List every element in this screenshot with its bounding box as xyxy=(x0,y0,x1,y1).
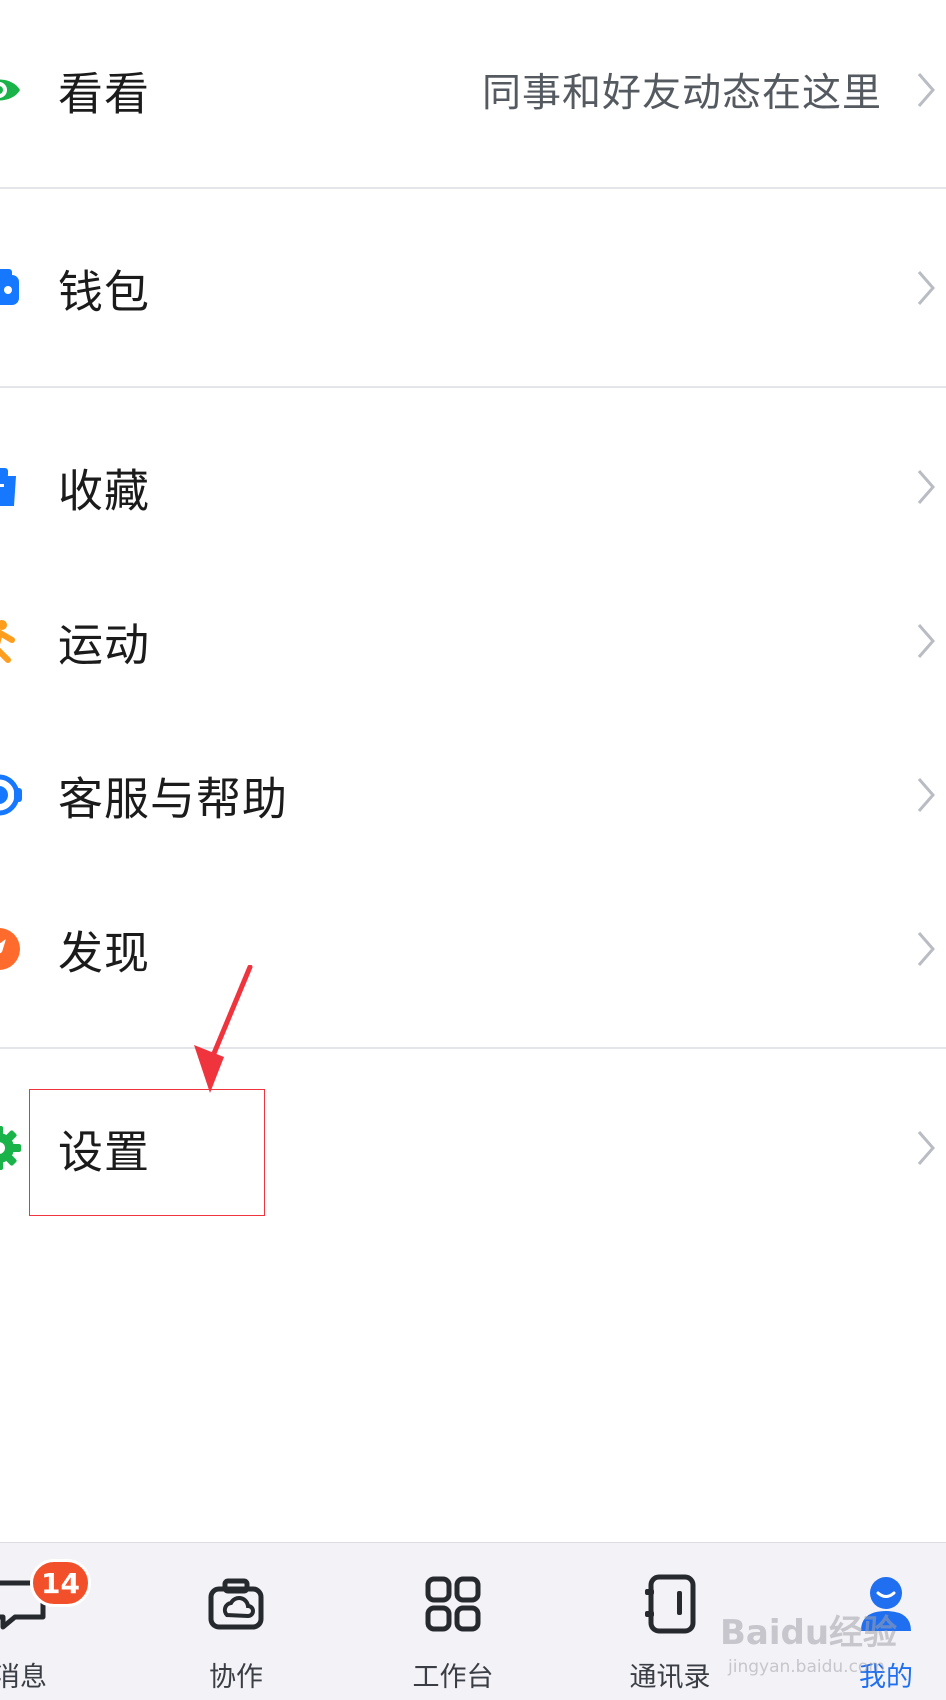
menu-item-settings[interactable]: 设置 xyxy=(0,1073,946,1223)
menu-item-label: 客服与帮助 xyxy=(58,772,289,826)
menu-item-discover[interactable]: 发现 xyxy=(0,874,946,1024)
headset-icon xyxy=(0,774,22,816)
chevron-right-icon xyxy=(917,271,935,305)
tab-contacts[interactable]: 通讯录 xyxy=(600,1543,740,1700)
wallet-icon xyxy=(0,269,19,305)
chevron-right-icon xyxy=(917,624,935,658)
tab-workbench[interactable]: 工作台 xyxy=(383,1543,523,1700)
tab-label: 通讯录 xyxy=(629,1662,711,1693)
compass-icon xyxy=(0,928,20,970)
favorites-icon xyxy=(0,468,16,506)
tab-me[interactable]: 我的 xyxy=(816,1543,946,1700)
chevron-right-icon xyxy=(917,1131,935,1165)
gear-icon xyxy=(0,1126,21,1170)
chevron-right-icon xyxy=(917,778,935,812)
menu-item-wallet[interactable]: 钱包 xyxy=(0,213,946,363)
me-page: 看看 同事和好友动态在这里 钱包 收藏 运动 客服与帮助 发现 设置 14 消息… xyxy=(0,0,946,1700)
grid-icon xyxy=(425,1576,481,1632)
menu-item-label: 收藏 xyxy=(58,464,151,518)
divider xyxy=(0,386,946,388)
tab-label: 消息 xyxy=(0,1662,47,1693)
divider xyxy=(0,187,946,189)
tab-collab[interactable]: 协作 xyxy=(166,1543,306,1700)
menu-item-label: 设置 xyxy=(58,1125,151,1179)
menu-item-label: 钱包 xyxy=(58,265,151,319)
chevron-right-icon xyxy=(917,73,935,107)
user-icon xyxy=(861,1577,911,1631)
tab-label: 工作台 xyxy=(412,1662,494,1693)
menu-item-support[interactable]: 客服与帮助 xyxy=(0,720,946,870)
tab-label: 协作 xyxy=(209,1662,263,1693)
menu-item-label: 看看 xyxy=(58,67,151,121)
menu-item-favorites[interactable]: 收藏 xyxy=(0,412,946,562)
chevron-right-icon xyxy=(917,932,935,966)
camera-cloud-icon xyxy=(208,1578,264,1630)
unread-badge: 14 xyxy=(30,1559,91,1607)
menu-item-sport[interactable]: 运动 xyxy=(0,566,946,716)
eye-icon xyxy=(0,79,20,101)
chevron-right-icon xyxy=(917,470,935,504)
menu-item-label: 运动 xyxy=(58,618,151,672)
sport-icon xyxy=(0,620,15,663)
divider xyxy=(0,1047,946,1049)
tab-messages[interactable]: 14 消息 xyxy=(0,1543,91,1700)
menu-item-label: 发现 xyxy=(58,926,151,980)
menu-item-subtitle: 同事和好友动态在这里 xyxy=(481,71,882,116)
menu-item-kankan[interactable]: 看看 同事和好友动态在这里 xyxy=(0,15,946,165)
bottom-tab-bar: 14 消息 协作 工作台 通讯录 我的 xyxy=(0,1542,946,1700)
tab-label: 我的 xyxy=(859,1662,913,1693)
address-book-icon xyxy=(645,1574,696,1634)
